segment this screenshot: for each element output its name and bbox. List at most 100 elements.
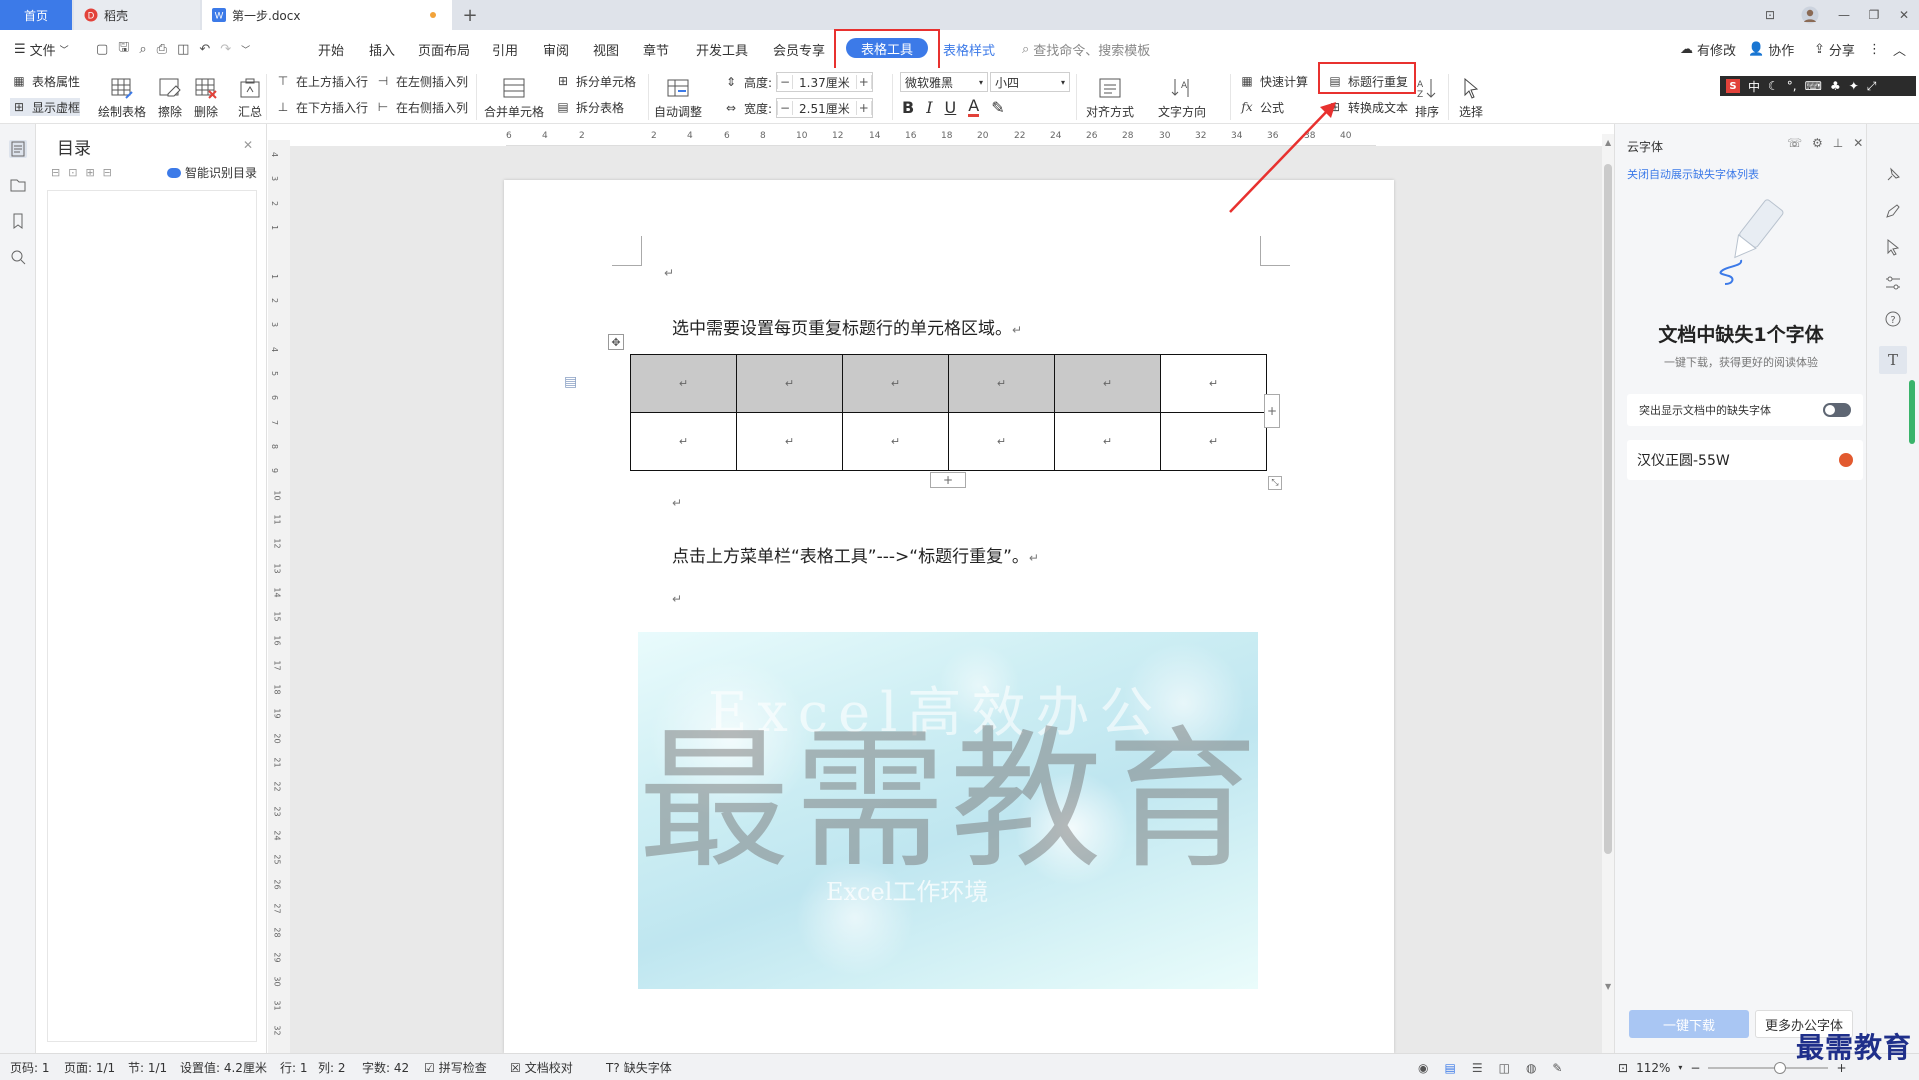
table-row[interactable]: ↵ ↵ ↵ ↵ ↵ ↵ (630, 412, 1267, 471)
select-button[interactable]: 选择 (1458, 68, 1484, 124)
settings-icon[interactable]: ⚙ (1812, 136, 1823, 150)
insert-above-button[interactable]: ⊤ 在上方插入行 (274, 72, 368, 90)
reading-view-icon[interactable]: ◫ (1499, 1061, 1510, 1075)
status-section[interactable]: 节: 1/1 (128, 1054, 167, 1080)
scroll-down-icon[interactable]: ▼ (1605, 982, 1611, 991)
table-row[interactable]: ↵ ↵ ↵ ↵ ↵ ↵ (630, 354, 1267, 413)
row-height-value[interactable]: 1.37厘米 (793, 74, 856, 91)
save-icon[interactable]: 🖫 (118, 38, 129, 60)
edit-pen-icon[interactable] (1884, 202, 1902, 220)
menu-member[interactable]: 会员专享 (773, 30, 825, 68)
menu-start[interactable]: 开始 (318, 30, 344, 68)
collapse-ribbon-icon[interactable]: ︿ (1893, 30, 1906, 68)
highlight-pen-icon[interactable]: ✎ (991, 98, 1004, 117)
status-row[interactable]: 行: 1 (280, 1054, 308, 1080)
table-cell[interactable]: ↵ (948, 354, 1055, 413)
eye-protect-icon[interactable]: ◉ (1418, 1061, 1428, 1075)
web-view-icon[interactable]: ◍ (1526, 1061, 1536, 1075)
adjust-icon[interactable] (1884, 274, 1902, 292)
bold-button[interactable]: B (902, 98, 914, 117)
expand-all-icon[interactable]: ⊟ (51, 166, 60, 179)
status-page-no[interactable]: 页码: 1 (10, 1054, 50, 1080)
status-words[interactable]: 字数: 42 (362, 1054, 409, 1080)
menu-chapter[interactable]: 章节 (643, 30, 669, 68)
tab-home[interactable]: 首页 (0, 0, 72, 30)
bookmark-icon[interactable] (9, 212, 27, 230)
menu-developer[interactable]: 开发工具 (696, 30, 748, 68)
split-cell-button[interactable]: ⊞ 拆分单元格 (554, 72, 636, 90)
insert-below-button[interactable]: ⊥ 在下方插入行 (274, 98, 368, 116)
cursor-icon[interactable] (1884, 238, 1902, 256)
table-layout-icon[interactable]: ▤ (564, 374, 577, 390)
add-heading-icon[interactable]: ⊞ (85, 166, 94, 179)
ime-lang-toggle[interactable]: 中 (1748, 78, 1760, 95)
document-page[interactable]: ↵ 选中需要设置每页重复标题行的单元格区域。↵ ✥ ▤ ↵ ↵ ↵ ↵ ↵ ↵ ↵ ↵ ↵ ↵ ↵ ↵… (504, 180, 1394, 1053)
panel-close-icon[interactable]: ✕ (1853, 136, 1863, 150)
quick-calc-button[interactable]: ▦ 快速计算 (1238, 72, 1308, 90)
table-props-button[interactable]: ▦ 表格属性 (10, 72, 80, 90)
pin-panel-icon[interactable] (1884, 166, 1902, 184)
underline-button[interactable]: U (945, 98, 957, 117)
tab-daoke[interactable]: D 稻壳 (74, 0, 200, 30)
print-preview-icon[interactable]: ◫ (177, 42, 189, 57)
table-cell[interactable]: ↵ (630, 412, 737, 471)
remove-heading-icon[interactable]: ⊟ (103, 166, 112, 179)
merge-cells-button[interactable]: 合并单元格 (484, 68, 544, 124)
close-button[interactable]: ✕ (1890, 0, 1918, 30)
zoom-out-button[interactable]: − (1690, 1061, 1700, 1075)
table-cell[interactable]: ↵ (1160, 354, 1267, 413)
auto-fit-button[interactable]: 自动调整 (654, 68, 702, 124)
missing-font-item[interactable]: 汉仪正圆-55W (1627, 440, 1863, 480)
redo-icon[interactable]: ↷ (220, 42, 231, 57)
menu-insert[interactable]: 插入 (369, 30, 395, 68)
outline-view-icon[interactable]: ☰ (1472, 1061, 1483, 1075)
menu-references[interactable]: 引用 (492, 30, 518, 68)
fit-page-icon[interactable]: ⊡ (1618, 1061, 1628, 1075)
row-height-plus[interactable]: + (855, 75, 872, 89)
new-doc-icon[interactable]: ▢ (96, 42, 108, 57)
new-tab-button[interactable]: + (456, 0, 484, 30)
collapse-all-icon[interactable]: ⊡ (68, 166, 77, 179)
pin-icon[interactable]: ⊥ (1833, 136, 1843, 150)
zoom-value[interactable]: 112% (1636, 1061, 1670, 1075)
font-name-select[interactable]: 微软雅黑 ▾ (900, 72, 988, 92)
status-page[interactable]: 页面: 1/1 (64, 1054, 115, 1080)
draw-table-button[interactable]: 绘制表格 (98, 68, 146, 124)
table-cell[interactable]: ↵ (842, 354, 949, 413)
page-view-icon[interactable]: ▤ (1444, 1061, 1455, 1075)
vertical-ruler[interactable]: 4 3 2 1 1 2 3 4 5 6 7 8 9 10 11 12 13 14 15 16 17 18 19 20 21 22 2… (268, 140, 290, 1053)
row-height-minus[interactable]: − (777, 75, 794, 89)
help-icon[interactable]: ? (1884, 310, 1902, 328)
more-menu-icon[interactable]: ⋮ (1868, 30, 1881, 68)
table-cell[interactable]: ↵ (1054, 354, 1161, 413)
table-cell[interactable]: ↵ (948, 412, 1055, 471)
insert-right-button[interactable]: ⊢ 在右侧插入列 (374, 98, 468, 116)
col-width-plus[interactable]: + (855, 101, 872, 115)
font-color-button[interactable]: A (968, 98, 980, 117)
sort-button[interactable]: A Z 排序 (1414, 68, 1440, 124)
document-scrollbar[interactable]: ▲ ▼ (1602, 134, 1614, 1053)
toc-panel-icon[interactable] (9, 140, 27, 158)
italic-button[interactable]: I (926, 98, 932, 117)
download-font-icon[interactable] (1839, 453, 1853, 467)
menu-table-style[interactable]: 表格样式 (943, 30, 995, 68)
expand-icon[interactable]: ⤢ (1867, 79, 1877, 94)
font-size-select[interactable]: 小四 ▾ (990, 72, 1070, 92)
scrollbar-thumb[interactable] (1604, 164, 1612, 854)
cloud-font-title[interactable]: 云字体 (1627, 138, 1663, 155)
search-icon[interactable] (9, 248, 27, 266)
table-resize-icon[interactable]: ⤡ (1268, 476, 1282, 490)
panel-scrollbar[interactable] (1909, 380, 1915, 444)
font-panel-icon[interactable]: T (1879, 346, 1907, 374)
write-view-icon[interactable]: ✎ (1552, 1061, 1562, 1075)
user-avatar-icon[interactable] (1796, 0, 1824, 30)
spell-check-button[interactable]: ☑ 拼写检查 (424, 1054, 487, 1080)
keyboard-icon[interactable]: ⌨ (1805, 79, 1822, 93)
banner-image[interactable]: Excel高效办公 Excel工作环境 最需教育 (638, 632, 1258, 989)
close-auto-show-link[interactable]: 关闭自动展示缺失字体列表 (1627, 166, 1759, 182)
menu-page-layout[interactable]: 页面布局 (418, 30, 470, 68)
moon-icon[interactable]: ☾ (1768, 79, 1779, 93)
delete-button[interactable]: 删除 (193, 68, 219, 124)
zoom-slider[interactable] (1708, 1061, 1829, 1074)
show-grid-button[interactable]: ⊞ 显示虚框 (10, 98, 81, 116)
